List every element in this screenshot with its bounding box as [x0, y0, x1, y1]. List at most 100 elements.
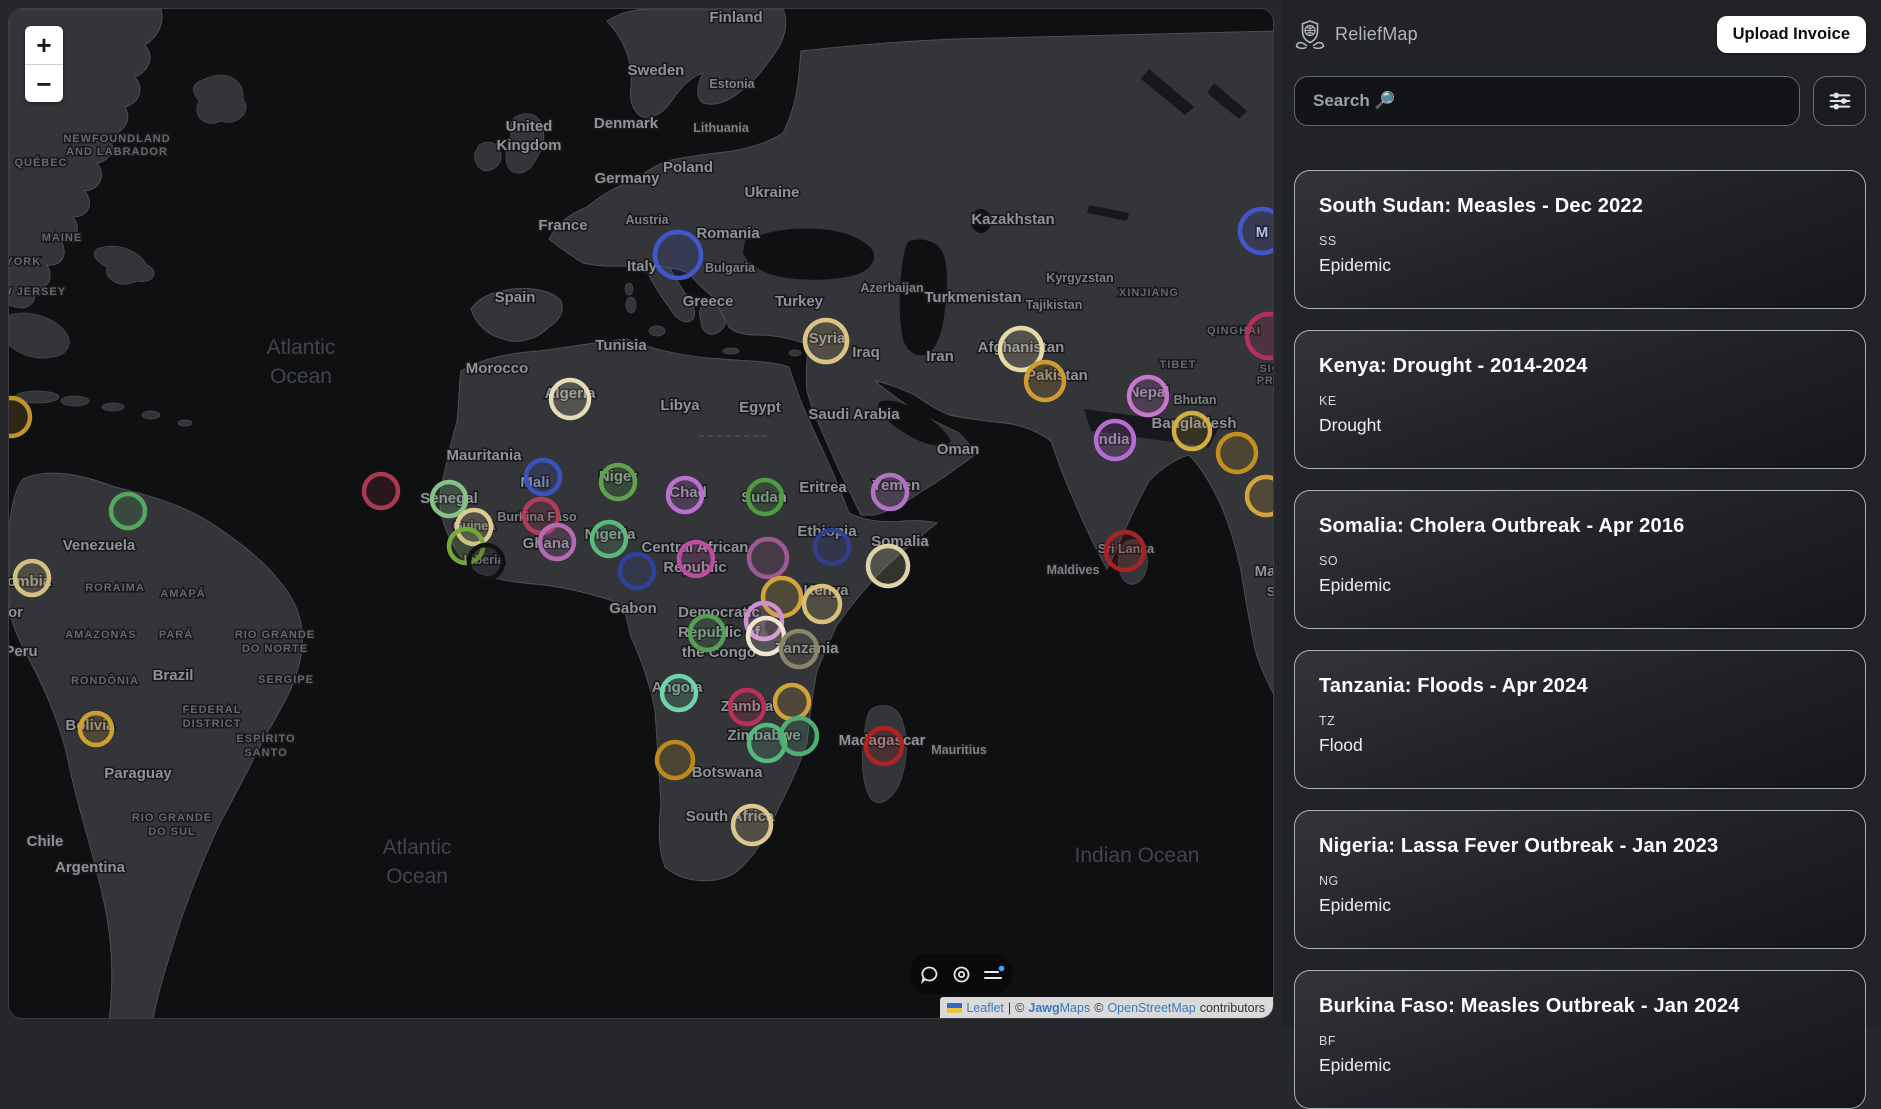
- map-label: Spain: [495, 289, 536, 306]
- map-label: Brazil: [153, 667, 194, 684]
- map-marker[interactable]: [364, 474, 398, 508]
- map-toolbar[interactable]: [909, 954, 1013, 994]
- map-marker[interactable]: [690, 616, 724, 650]
- map-label: Italy: [627, 258, 658, 275]
- map-marker[interactable]: [805, 320, 847, 362]
- map-marker[interactable]: [526, 460, 560, 494]
- land-newfoundland: [193, 75, 246, 123]
- map-label: SIC: [1259, 363, 1274, 375]
- map-marker[interactable]: [601, 465, 635, 499]
- map-label: Chile: [27, 833, 64, 850]
- map-label: Tajikistan: [1026, 298, 1083, 312]
- event-card-title: Burkina Faso: Measles Outbreak - Jan 202…: [1319, 993, 1841, 1019]
- map-zoom-control[interactable]: + −: [25, 26, 63, 102]
- map-marker[interactable]: [1247, 314, 1274, 358]
- map-label: Azerbaijan: [860, 281, 923, 295]
- event-card[interactable]: South Sudan: Measles - Dec 2022 SS Epide…: [1294, 170, 1866, 309]
- map-marker[interactable]: [1026, 362, 1064, 400]
- zoom-in-button[interactable]: +: [25, 26, 63, 64]
- map-label: Maldives: [1047, 563, 1100, 577]
- event-card[interactable]: Burkina Faso: Measles Outbreak - Jan 202…: [1294, 970, 1866, 1109]
- map-marker[interactable]: [657, 742, 693, 778]
- map-marker[interactable]: [432, 482, 466, 516]
- map-marker[interactable]: [748, 618, 784, 654]
- map-marker[interactable]: [1240, 209, 1274, 253]
- map-marker[interactable]: [873, 475, 907, 509]
- map-marker[interactable]: [733, 806, 771, 844]
- event-card[interactable]: Somalia: Cholera Outbreak - Apr 2016 SO …: [1294, 490, 1866, 629]
- map-label: Atlantic: [383, 836, 452, 859]
- search-row: [1294, 76, 1866, 126]
- map-label: RIO GRANDE: [235, 629, 315, 641]
- chat-bubble-icon[interactable]: [920, 965, 939, 984]
- attribution-separator: |: [1008, 1001, 1011, 1015]
- ukraine-flag-icon: [947, 1003, 962, 1013]
- relief-hands-globe-icon: [1294, 18, 1326, 50]
- leaflet-link[interactable]: Leaflet: [966, 1001, 1004, 1015]
- app-title: ReliefMap: [1335, 24, 1418, 45]
- map-label: NEWFOUNDLAND: [63, 133, 170, 145]
- event-card-type: Epidemic: [1319, 895, 1841, 916]
- map-marker[interactable]: [655, 232, 701, 278]
- map-marker[interactable]: [540, 525, 574, 559]
- map-marker[interactable]: [1106, 532, 1144, 570]
- map-marker[interactable]: [1247, 477, 1274, 515]
- map-marker[interactable]: [749, 539, 787, 577]
- map-marker[interactable]: [1129, 377, 1167, 415]
- event-card-type: Flood: [1319, 735, 1841, 756]
- notification-dot: [998, 965, 1004, 971]
- map-marker[interactable]: [15, 561, 49, 595]
- map-marker[interactable]: [730, 690, 764, 724]
- world-map[interactable]: QUÉBECNEWFOUNDLANDAND LABRADORMAINENEW Y…: [9, 9, 1274, 1019]
- map-marker[interactable]: [679, 542, 713, 576]
- island-sicily: [649, 326, 665, 336]
- map-label: Estonia: [709, 77, 755, 91]
- map-marker[interactable]: [668, 478, 702, 512]
- map-marker[interactable]: [804, 586, 840, 622]
- map-label: PARÁ: [159, 628, 193, 641]
- upload-invoice-button[interactable]: Upload Invoice: [1717, 16, 1866, 53]
- map-label: Lithuania: [693, 121, 750, 135]
- jawg-link[interactable]: JawgMaps: [1028, 1001, 1090, 1015]
- event-card[interactable]: Kenya: Drought - 2014-2024 KE Drought: [1294, 330, 1866, 469]
- search-input[interactable]: [1294, 76, 1800, 126]
- event-card[interactable]: Nigeria: Lassa Fever Outbreak - Jan 2023…: [1294, 810, 1866, 949]
- eye-icon[interactable]: [952, 965, 971, 984]
- event-card[interactable]: Tanzania: Floods - Apr 2024 TZ Flood: [1294, 650, 1866, 789]
- map-label: Ukraine: [744, 184, 799, 201]
- map-marker[interactable]: [748, 480, 782, 514]
- map-marker[interactable]: [775, 685, 809, 719]
- map-marker[interactable]: [9, 398, 30, 436]
- sliders-icon: [1825, 86, 1855, 116]
- list-settings-icon[interactable]: [984, 965, 1003, 984]
- map-label: NEW YORK: [9, 256, 41, 268]
- map-label: PRO: [1257, 375, 1274, 387]
- map-marker[interactable]: [662, 676, 696, 710]
- map-marker[interactable]: [551, 380, 589, 418]
- map-label: Indian Ocean: [1075, 844, 1200, 867]
- map-marker[interactable]: [111, 494, 145, 528]
- event-card-title: Kenya: Drought - 2014-2024: [1319, 353, 1841, 379]
- map-marker[interactable]: [1218, 434, 1256, 472]
- map-marker[interactable]: [1174, 413, 1210, 449]
- map-marker[interactable]: [781, 718, 817, 754]
- map-marker[interactable]: [815, 530, 849, 564]
- island-hispaniola: [61, 396, 89, 406]
- map-marker[interactable]: [469, 545, 503, 579]
- map-marker[interactable]: [592, 522, 626, 556]
- map-marker[interactable]: [620, 554, 654, 588]
- map-label: SERGIPE: [258, 674, 314, 686]
- map-marker[interactable]: [80, 713, 112, 745]
- map-panel[interactable]: QUÉBECNEWFOUNDLANDAND LABRADORMAINENEW Y…: [8, 8, 1274, 1019]
- filter-button[interactable]: [1813, 76, 1866, 126]
- map-marker[interactable]: [1096, 421, 1134, 459]
- map-marker[interactable]: [866, 728, 902, 764]
- map-label: NEW JERSEY: [9, 286, 66, 298]
- map-marker[interactable]: [868, 546, 908, 586]
- map-label: Turkey: [775, 293, 824, 310]
- map-label: Botswana: [692, 764, 764, 781]
- openstreetmap-link[interactable]: OpenStreetMap: [1107, 1001, 1195, 1015]
- zoom-out-button[interactable]: −: [25, 64, 63, 102]
- map-marker[interactable]: [781, 631, 817, 667]
- event-card-country-code: SO: [1319, 554, 1841, 568]
